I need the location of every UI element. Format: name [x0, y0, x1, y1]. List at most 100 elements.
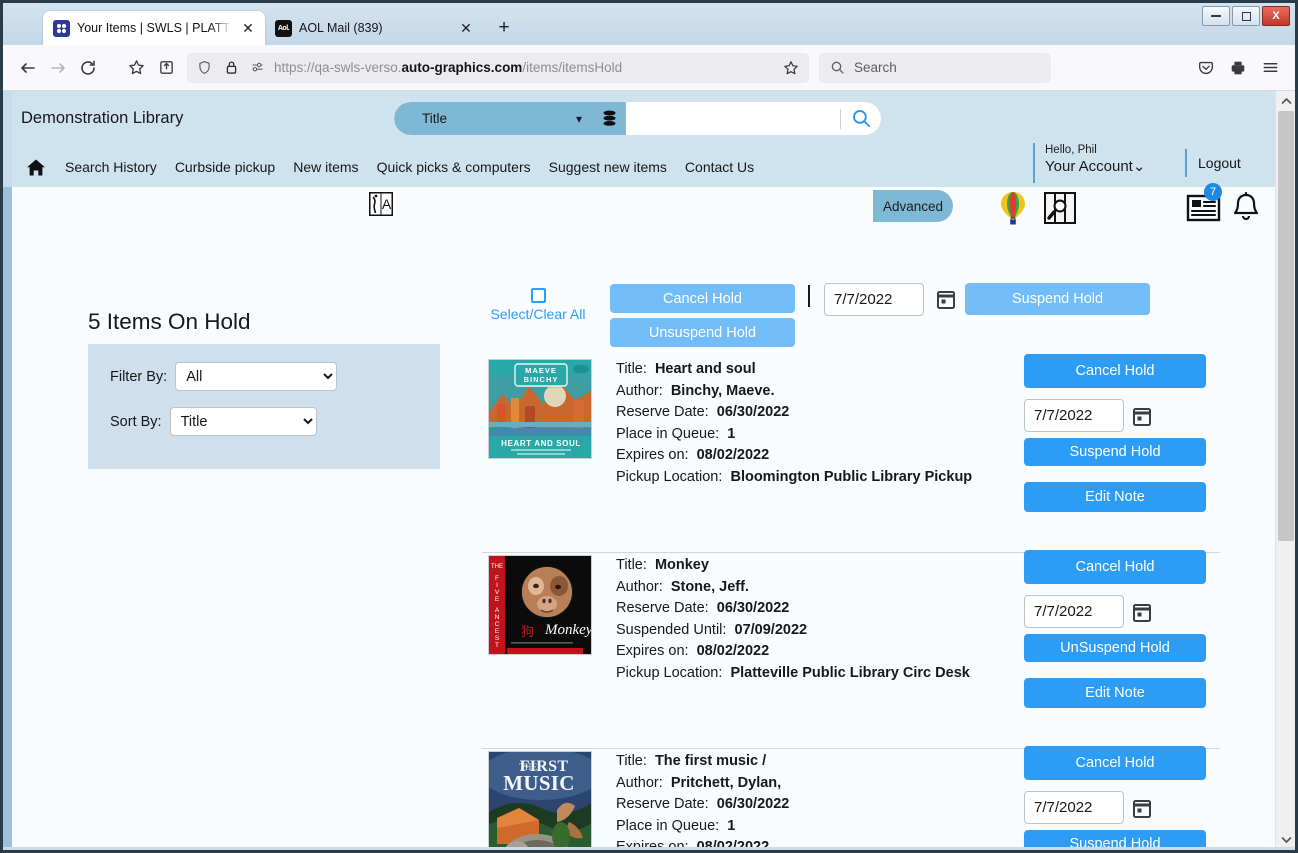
- nav-link-search-history[interactable]: Search History: [56, 159, 166, 175]
- book-cover-heart-and-soul[interactable]: MAEVE BINCHY HEART AND SOUL: [488, 359, 592, 459]
- hold-item-details: Title: Monkey Author: Stone, Jeff. Reser…: [616, 555, 970, 684]
- book-cover-monkey[interactable]: THE F I V E A N C E S T Monkey 狗: [488, 555, 592, 655]
- select-all-checkbox[interactable]: [530, 288, 546, 303]
- close-button[interactable]: X: [1262, 6, 1290, 26]
- nav-link-new-items[interactable]: New items: [284, 159, 367, 175]
- bulk-cancel-hold-button[interactable]: Cancel Hold: [610, 284, 795, 313]
- svg-text:THE: THE: [491, 564, 503, 570]
- item-queue-row: Place in Queue: 1: [616, 817, 736, 834]
- scroll-up-icon[interactable]: [1276, 91, 1296, 111]
- browser-search-bar[interactable]: Search: [819, 52, 1051, 83]
- item-expires-on: 08/02/2022: [696, 643, 770, 659]
- calendar-icon[interactable]: [936, 288, 956, 310]
- cancel-hold-button[interactable]: Cancel Hold: [1024, 354, 1206, 388]
- item-pickup-location: Bloomington Public Library Pickup: [730, 468, 973, 485]
- site-header: Demonstration Library A Title ▾ Advanced…: [12, 91, 1278, 225]
- item-expires-row: Expires on: 08/02/2022: [616, 643, 770, 659]
- suspend-date-input[interactable]: 7/7/2022: [1024, 399, 1124, 432]
- scrollbar-thumb[interactable]: [1278, 111, 1294, 541]
- edit-note-button[interactable]: Edit Note: [1024, 678, 1206, 708]
- cancel-hold-button[interactable]: Cancel Hold: [1024, 746, 1206, 780]
- url-text: https://qa-swls-verso.auto-graphics.com/…: [274, 60, 772, 75]
- new-tab-button[interactable]: +: [491, 14, 517, 40]
- browser-tab-verso[interactable]: Your Items | SWLS | PLATT | Aut ✕: [43, 11, 265, 45]
- svg-text:狗: 狗: [521, 624, 534, 639]
- search-submit-icon[interactable]: [841, 108, 881, 129]
- edit-note-button[interactable]: Edit Note: [1024, 482, 1206, 512]
- search-icon: [828, 59, 846, 77]
- lock-icon: [222, 58, 240, 78]
- svg-text:C: C: [495, 621, 500, 628]
- tab-strip: Your Items | SWLS | PLATT | Aut ✕ Aol. A…: [3, 3, 1295, 45]
- cancel-hold-button[interactable]: Cancel Hold: [1024, 550, 1206, 584]
- search-scope-dropdown[interactable]: Title ▾: [394, 102, 592, 135]
- logout-label: Logout: [1198, 155, 1241, 171]
- close-icon[interactable]: ✕: [457, 19, 475, 37]
- calendar-icon[interactable]: [1132, 405, 1152, 427]
- close-icon[interactable]: ✕: [239, 19, 257, 37]
- book-cover-the-first-music[interactable]: THE FIRST MUSIC AS TOLD BY DYLAN PRITCHE…: [488, 751, 592, 850]
- reload-icon[interactable]: [73, 53, 103, 83]
- printer-icon[interactable]: [1223, 53, 1253, 83]
- shield-icon: [193, 57, 215, 79]
- aol-icon: Aol.: [275, 19, 292, 37]
- tab-title: Your Items | SWLS | PLATT | Aut: [77, 21, 232, 35]
- browser-tab-aol[interactable]: Aol. AOL Mail (839) ✕: [265, 11, 483, 45]
- item-title: The first music /: [654, 753, 767, 769]
- action-separator: [808, 285, 810, 307]
- maximize-button[interactable]: [1232, 6, 1260, 26]
- bookmark-star-icon[interactable]: [121, 53, 151, 83]
- item-queue-row: Suspended Until: 07/09/2022: [616, 621, 808, 638]
- address-bar[interactable]: https://qa-swls-verso.auto-graphics.com/…: [187, 52, 809, 83]
- home-icon[interactable]: [24, 156, 48, 178]
- suspend-hold-button[interactable]: Suspend Hold: [1024, 438, 1206, 466]
- database-icon[interactable]: [592, 102, 626, 135]
- browser-search-placeholder: Search: [854, 60, 897, 75]
- item-title-row: Title: Monkey: [616, 557, 709, 573]
- item-title-row: Title: The first music /: [616, 753, 767, 769]
- svg-text:MUSIC: MUSIC: [503, 771, 575, 795]
- save-page-icon[interactable]: [151, 53, 181, 83]
- suspend-date-input[interactable]: 7/7/2022: [1024, 791, 1124, 824]
- svg-text:MAEVE: MAEVE: [525, 366, 557, 375]
- item-reserve-date-row: Reserve Date: 06/30/2022: [616, 796, 790, 812]
- item-reserve-date: 06/30/2022: [716, 796, 790, 812]
- hamburger-menu-icon[interactable]: [1255, 53, 1285, 83]
- item-author: Pritchett, Dylan,: [670, 774, 782, 791]
- page-bookmark-icon[interactable]: [779, 56, 803, 80]
- search-input[interactable]: [626, 102, 840, 135]
- window-bottom-edge: [3, 847, 1295, 850]
- hold-item-actions: Cancel Hold 7/7/2022 UnSuspend Hold Edit…: [1024, 550, 1206, 708]
- svg-text:A: A: [495, 607, 500, 614]
- verso-icon: [53, 19, 70, 37]
- nav-link-suggest-new-items[interactable]: Suggest new items: [540, 159, 676, 175]
- select-clear-all[interactable]: Select/Clear All: [482, 283, 594, 322]
- svg-text:I: I: [496, 582, 498, 589]
- item-title-row: Title: Heart and soul: [616, 361, 756, 377]
- suspend-date-input[interactable]: 7/7/2022: [1024, 595, 1124, 628]
- item-queue-value: 1: [727, 425, 736, 442]
- pocket-icon[interactable]: [1191, 53, 1221, 83]
- minimize-button[interactable]: [1202, 6, 1230, 26]
- nav-link-contact-us[interactable]: Contact Us: [676, 159, 763, 175]
- back-icon[interactable]: [13, 53, 43, 83]
- logout-button[interactable]: Logout: [1185, 149, 1241, 177]
- nav-link-curbside-pickup[interactable]: Curbside pickup: [166, 159, 284, 175]
- bulk-suspend-date-input[interactable]: 7/7/2022: [824, 283, 924, 316]
- account-menu[interactable]: Hello, Phil Your Account⌄: [1033, 143, 1145, 183]
- svg-text:Monkey: Monkey: [544, 622, 592, 638]
- unsuspend-hold-button[interactable]: UnSuspend Hold: [1024, 634, 1206, 662]
- hold-item-actions: Cancel Hold 7/7/2022 Suspend Hold Edit N…: [1024, 354, 1206, 512]
- bulk-unsuspend-hold-button[interactable]: Unsuspend Hold: [610, 318, 795, 347]
- calendar-icon[interactable]: [1132, 601, 1152, 623]
- item-queue-value: 1: [727, 817, 736, 834]
- svg-text:HEART AND SOUL: HEART AND SOUL: [501, 439, 581, 448]
- nav-link-quick-picks[interactable]: Quick picks & computers: [368, 159, 540, 175]
- svg-text:V: V: [495, 589, 500, 596]
- hold-item-details: Title: The first music / Author: Pritche…: [616, 751, 789, 850]
- page-scrollbar[interactable]: [1275, 91, 1295, 850]
- suspend-date-row: 7/7/2022: [1024, 791, 1206, 824]
- calendar-icon[interactable]: [1132, 797, 1152, 819]
- bulk-suspend-hold-button[interactable]: Suspend Hold: [965, 283, 1150, 315]
- hold-item-row: THE FIRST MUSIC AS TOLD BY DYLAN PRITCHE…: [12, 746, 1278, 850]
